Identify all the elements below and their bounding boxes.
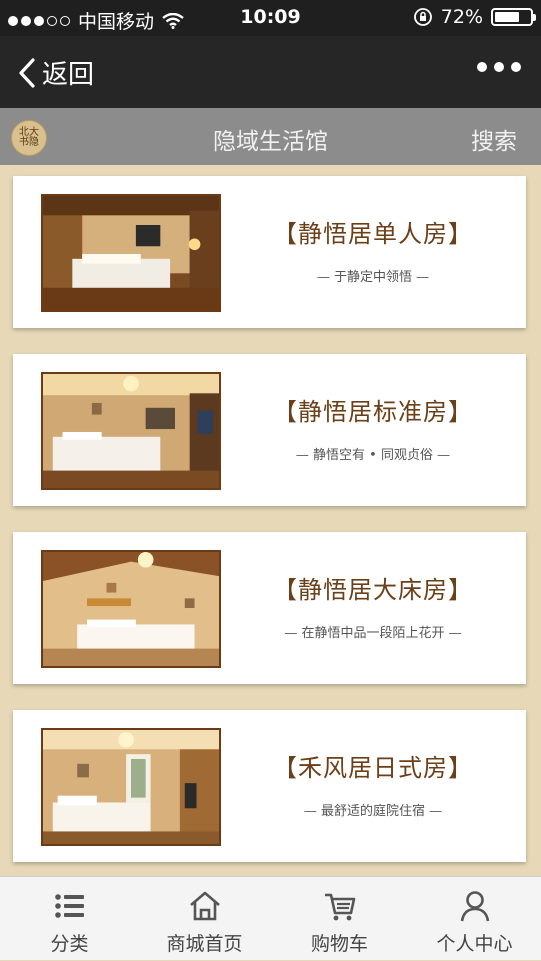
room-slogan: — 于静定中领悟 — (316, 270, 430, 285)
search-button[interactable]: 搜索 (471, 122, 517, 156)
back-label: 返回 (42, 60, 95, 90)
back-button[interactable]: 返回 (16, 54, 94, 91)
room-name: 【禾风居日式房】 (273, 754, 473, 782)
room-card[interactable]: 【禾风居日式房】 — 最舒适的庭院住宿 — (13, 710, 526, 862)
status-bar: 中国移动 10:09 72% (0, 0, 541, 36)
user-icon (460, 891, 489, 922)
room-slogan: — 最舒适的庭院住宿 — (303, 804, 443, 819)
room-slogan: — 静悟空有 • 同观贞俗 — (295, 448, 451, 463)
cart-icon (324, 893, 355, 921)
tab-label: 个人中心 (436, 933, 513, 955)
tab-profile[interactable]: 个人中心 (407, 877, 541, 961)
room-photo (41, 550, 221, 668)
more-dots-icon (477, 62, 487, 72)
tab-label: 分类 (50, 933, 89, 955)
room-name: 【静悟居大床房】 (273, 576, 473, 604)
store-header: 北大 书隐 隐域生活馆 搜索 (0, 108, 541, 165)
tab-cart[interactable]: 购物车 (272, 877, 407, 961)
tab-label: 购物车 (310, 933, 368, 955)
bottom-tab-bar: 分类 商城首页 购物车 个人中心 (0, 876, 541, 960)
room-card[interactable]: 【静悟居单人房】 — 于静定中领悟 — (13, 176, 526, 328)
nav-bar: 返回 (0, 36, 541, 108)
list-icon (54, 894, 84, 918)
room-card[interactable]: 【静悟居标准房】 — 静悟空有 • 同观贞俗 — (13, 354, 526, 506)
battery-icon (491, 8, 536, 26)
room-photo (41, 194, 221, 312)
room-list[interactable]: 【静悟居单人房】 — 于静定中领悟 — 【静悟居标准房】 — 静悟空有 • 同观… (0, 165, 541, 876)
more-menu-button[interactable] (477, 62, 521, 72)
tab-label: 商城首页 (166, 933, 243, 955)
home-icon (189, 891, 220, 921)
tab-home[interactable]: 商城首页 (137, 877, 272, 961)
room-photo (41, 728, 221, 846)
chevron-left-icon (19, 57, 35, 88)
page-title: 隐域生活馆 (213, 129, 328, 155)
battery-percent: 72% (440, 6, 483, 28)
room-slogan: — 在静悟中品一段陌上花开 — (284, 626, 462, 641)
room-name: 【静悟居单人房】 (273, 220, 473, 248)
tab-category[interactable]: 分类 (2, 877, 137, 961)
room-photo (41, 372, 221, 490)
rotation-lock-icon (413, 8, 432, 26)
room-card[interactable]: 【静悟居大床房】 — 在静悟中品一段陌上花开 — (13, 532, 526, 684)
room-name: 【静悟居标准房】 (273, 398, 473, 426)
